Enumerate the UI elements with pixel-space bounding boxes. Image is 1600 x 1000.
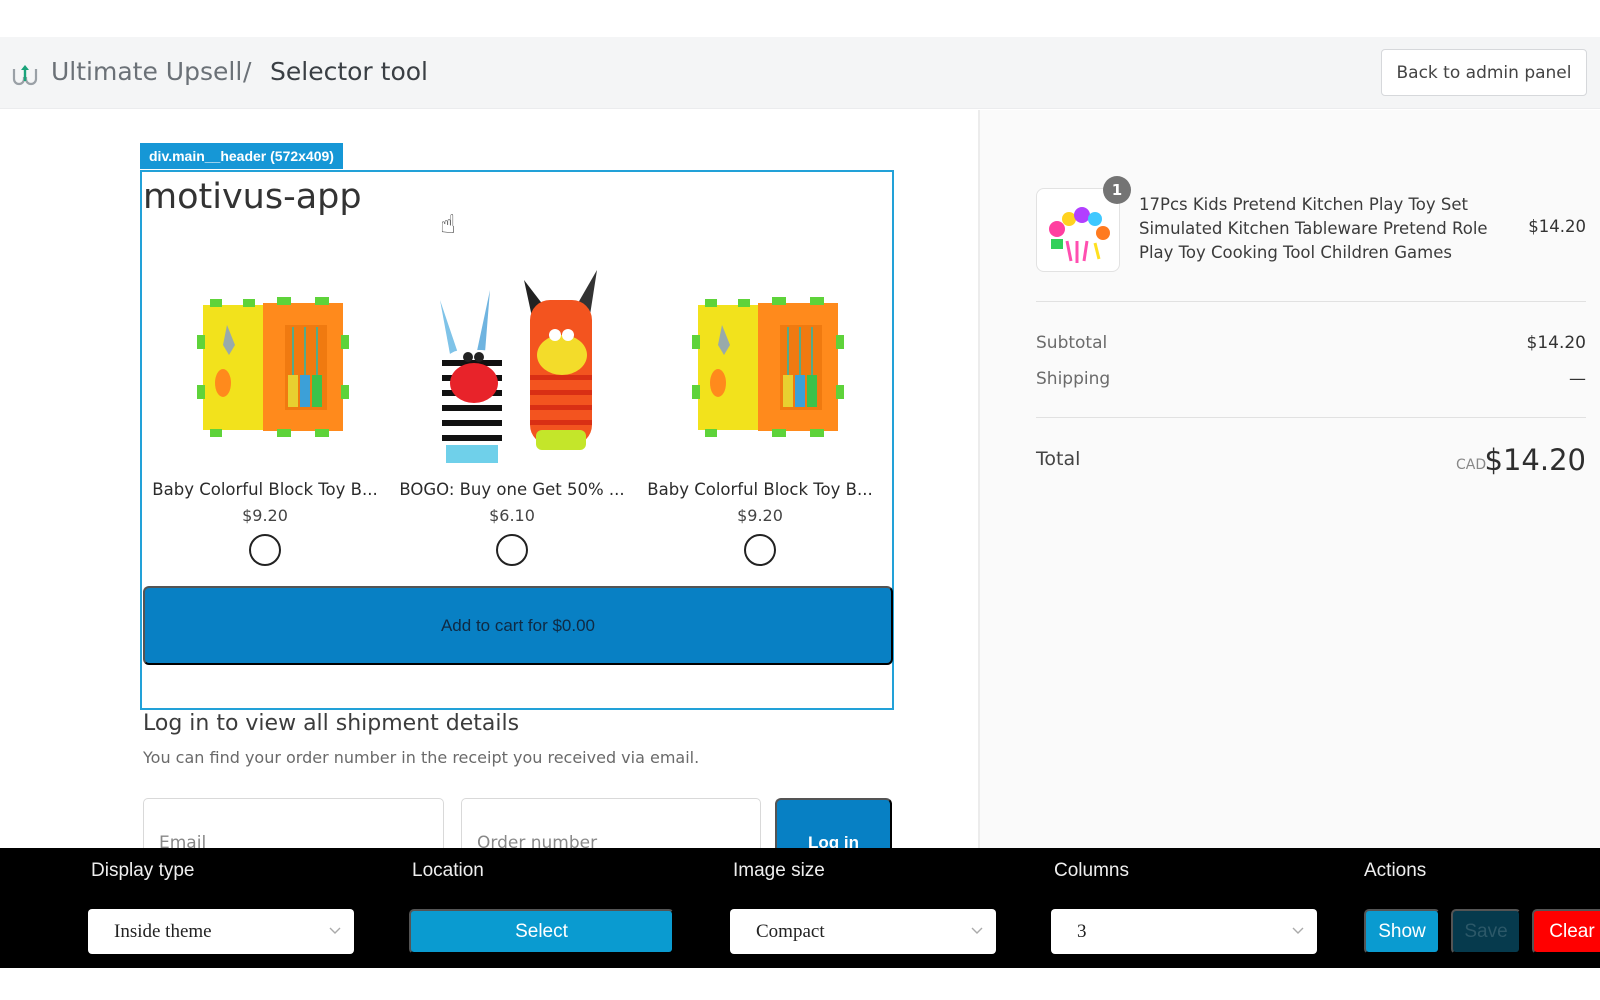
product-price: $9.20 bbox=[737, 506, 783, 525]
columns-select[interactable]: 3 bbox=[1051, 909, 1317, 954]
display-type-value: Inside theme bbox=[114, 920, 212, 942]
login-heading: Log in to view all shipment details bbox=[143, 711, 520, 736]
show-button[interactable]: Show bbox=[1364, 909, 1440, 954]
image-size-select[interactable]: Compact bbox=[730, 909, 996, 954]
product-name: Baby Colorful Block Toy B... bbox=[647, 480, 873, 499]
product-select-radio[interactable] bbox=[496, 534, 528, 566]
image-size-value: Compact bbox=[756, 920, 825, 942]
display-type-select[interactable]: Inside theme bbox=[88, 909, 354, 954]
clear-button[interactable]: Clear bbox=[1532, 909, 1600, 954]
add-to-cart-button[interactable]: Add to cart for $0.00 bbox=[143, 586, 893, 665]
image-size-label: Image size bbox=[733, 860, 825, 881]
back-to-admin-button[interactable]: Back to admin panel bbox=[1381, 49, 1587, 96]
columns-label: Columns bbox=[1054, 860, 1129, 881]
subtotal-value: $14.20 bbox=[1526, 333, 1586, 353]
ultimate-upsell-logo-icon bbox=[12, 65, 38, 86]
quantity-badge: 1 bbox=[1103, 176, 1131, 204]
location-label: Location bbox=[412, 860, 484, 881]
product-select-radio[interactable] bbox=[249, 534, 281, 566]
display-type-label: Display type bbox=[91, 860, 195, 881]
selector-toolbar: Display type Inside theme Location Selec… bbox=[0, 848, 1600, 968]
page-bottom-space bbox=[0, 968, 1600, 1000]
block-toy-image bbox=[660, 255, 860, 465]
top-header: Ultimate Upsell / Selector tool Back to … bbox=[0, 37, 1600, 109]
store-title: motivus-app bbox=[143, 177, 362, 217]
login-description: You can find your order number in the re… bbox=[143, 748, 700, 767]
product-price: $6.10 bbox=[489, 506, 535, 525]
breadcrumb-app-name[interactable]: Ultimate Upsell bbox=[51, 57, 242, 86]
upsell-product-card[interactable]: Baby Colorful Block Toy B... $9.20 bbox=[150, 255, 380, 566]
rattle-socks-image bbox=[412, 255, 612, 465]
total-label: Total bbox=[1036, 448, 1081, 470]
page-title: Selector tool bbox=[270, 57, 428, 86]
total-value: $14.20 bbox=[1484, 443, 1586, 477]
shipping-value: — bbox=[1569, 369, 1586, 389]
selector-tag: div.main__header (572x409) bbox=[140, 143, 343, 169]
actions-label: Actions bbox=[1364, 860, 1427, 881]
order-item-name: 17Pcs Kids Pretend Kitchen Play Toy Set … bbox=[1139, 195, 1488, 262]
upsell-product-card[interactable]: BOGO: Buy one Get 50% ... $6.10 bbox=[397, 255, 627, 566]
product-price: $9.20 bbox=[242, 506, 288, 525]
divider bbox=[1036, 301, 1586, 302]
product-select-radio[interactable] bbox=[744, 534, 776, 566]
chevron-down-icon bbox=[971, 927, 983, 934]
upsell-product-card[interactable]: Baby Colorful Block Toy B... $9.20 bbox=[645, 255, 875, 566]
save-button[interactable]: Save bbox=[1451, 909, 1521, 954]
total-currency: CAD bbox=[1456, 457, 1487, 473]
location-select-button[interactable]: Select bbox=[409, 909, 674, 954]
breadcrumb-separator: / bbox=[243, 57, 252, 86]
chevron-down-icon bbox=[329, 927, 341, 934]
shipping-label: Shipping bbox=[1036, 369, 1111, 389]
block-toy-image bbox=[165, 255, 365, 465]
subtotal-label: Subtotal bbox=[1036, 333, 1108, 353]
product-name: Baby Colorful Block Toy B... bbox=[152, 480, 378, 499]
hand-cursor-icon: ☝ bbox=[440, 210, 456, 240]
order-item-price: $14.20 bbox=[1528, 217, 1586, 236]
columns-value: 3 bbox=[1077, 920, 1087, 942]
divider bbox=[1036, 417, 1586, 418]
product-name: BOGO: Buy one Get 50% ... bbox=[399, 480, 625, 499]
chevron-down-icon bbox=[1292, 927, 1304, 934]
